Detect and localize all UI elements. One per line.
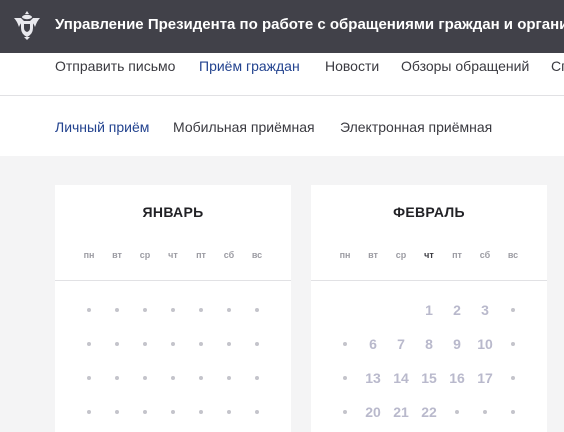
empty-day-dot: [215, 334, 243, 354]
calendar-day[interactable]: 9: [443, 334, 471, 354]
month-title: ФЕВРАЛЬ: [393, 204, 465, 220]
tab-electronic-reception[interactable]: Электронная приёмная: [340, 119, 492, 135]
weekday-label: ср: [395, 250, 407, 260]
empty-day-dot: [331, 368, 359, 388]
empty-day-dot: [75, 402, 103, 422]
empty-day-dot: [243, 300, 271, 320]
calendar-day[interactable]: 13: [359, 368, 387, 388]
empty-day-dot: [187, 300, 215, 320]
empty-day-dot: [243, 334, 271, 354]
empty-day-dot: [215, 402, 243, 422]
empty-day-dot: [103, 300, 131, 320]
weekday-label: пт: [196, 250, 206, 260]
nav-reviews[interactable]: Обзоры обращений: [401, 58, 529, 74]
calendar-day[interactable]: 7: [387, 334, 415, 354]
empty-day-dot: [159, 300, 187, 320]
weekday-header: пн вт ср чт пт сб вс: [75, 250, 271, 264]
empty-day-dot: [187, 368, 215, 388]
empty-day-dot: [443, 402, 471, 422]
divider: [55, 280, 291, 281]
reception-subnav: Личный приём Мобильная приёмная Электрон…: [0, 96, 564, 156]
main-navigation: Отправить письмо Приём граждан Новости О…: [0, 53, 564, 96]
empty-day-dot: [499, 402, 527, 422]
empty-day-dot: [187, 334, 215, 354]
empty-day-dot: [131, 334, 159, 354]
empty-day-dot: [75, 368, 103, 388]
empty-day-dot: [159, 368, 187, 388]
coat-of-arms-icon[interactable]: [10, 8, 44, 42]
calendar-day[interactable]: 21: [387, 402, 415, 422]
empty-day-dot: [159, 402, 187, 422]
calendar-day[interactable]: 17: [471, 368, 499, 388]
empty-day-dot: [471, 402, 499, 422]
site-header: Управление Президента по работе с обраще…: [0, 0, 564, 53]
empty-day-dot: [131, 300, 159, 320]
calendar-day[interactable]: 14: [387, 368, 415, 388]
weekday-header: пн вт ср чт пт сб вс: [331, 250, 527, 264]
calendar-day[interactable]: 20: [359, 402, 387, 422]
weekday-label: вт: [368, 250, 378, 260]
empty-day-dot: [243, 402, 271, 422]
empty-day-dot: [215, 368, 243, 388]
month-card-january: ЯНВАРЬ пн вт ср чт пт сб вс: [55, 185, 291, 432]
empty-day-dot: [215, 300, 243, 320]
weekday-label: сб: [223, 250, 235, 260]
empty-day-dot: [499, 334, 527, 354]
calendar-day[interactable]: 2: [443, 300, 471, 320]
weekday-label: чт: [168, 250, 178, 260]
weekday-label: вс: [507, 250, 519, 260]
calendar-day[interactable]: 10: [471, 334, 499, 354]
nav-news[interactable]: Новости: [325, 58, 379, 74]
calendar-day[interactable]: 8: [415, 334, 443, 354]
empty-day-dot: [75, 334, 103, 354]
empty-day-dot: [103, 368, 131, 388]
nav-item-truncated[interactable]: Сп: [551, 58, 564, 74]
weekday-label: вс: [251, 250, 263, 260]
weekday-label: ср: [139, 250, 151, 260]
empty-day-dot: [187, 402, 215, 422]
month-title: ЯНВАРЬ: [142, 204, 204, 220]
empty-day-dot: [103, 334, 131, 354]
empty-day-dot: [499, 300, 527, 320]
nav-send-letter[interactable]: Отправить письмо: [55, 58, 175, 74]
empty-day-dot: [131, 402, 159, 422]
weekday-label: чт: [424, 250, 434, 260]
empty-day-dot: [331, 402, 359, 422]
month-card-february: ФЕВРАЛЬ пн вт ср чт пт сб вс 1 2 3 6 7 8 9 10 13 14 15 16…: [311, 185, 547, 432]
weekday-label: сб: [479, 250, 491, 260]
empty-day-dot: [243, 368, 271, 388]
nav-citizen-reception[interactable]: Приём граждан: [199, 58, 300, 74]
divider: [311, 280, 547, 281]
empty-day-dot: [103, 402, 131, 422]
calendar-day[interactable]: 22: [415, 402, 443, 422]
empty-day-dot: [159, 334, 187, 354]
empty-day-dot: [331, 334, 359, 354]
weekday-label: пт: [452, 250, 462, 260]
calendar-day[interactable]: 3: [471, 300, 499, 320]
site-title[interactable]: Управление Президента по работе с обраще…: [55, 16, 564, 33]
empty-day-dot: [499, 368, 527, 388]
calendar-day[interactable]: 16: [443, 368, 471, 388]
calendar-day[interactable]: 6: [359, 334, 387, 354]
empty-day-dot: [75, 300, 103, 320]
weekday-label: пн: [339, 250, 351, 260]
empty-day-dot: [131, 368, 159, 388]
weekday-label: вт: [112, 250, 122, 260]
tab-mobile-reception[interactable]: Мобильная приёмная: [173, 119, 315, 135]
tab-personal-reception[interactable]: Личный приём: [55, 119, 149, 135]
calendar-day[interactable]: 1: [415, 300, 443, 320]
weekday-label: пн: [83, 250, 95, 260]
calendar-day[interactable]: 15: [415, 368, 443, 388]
